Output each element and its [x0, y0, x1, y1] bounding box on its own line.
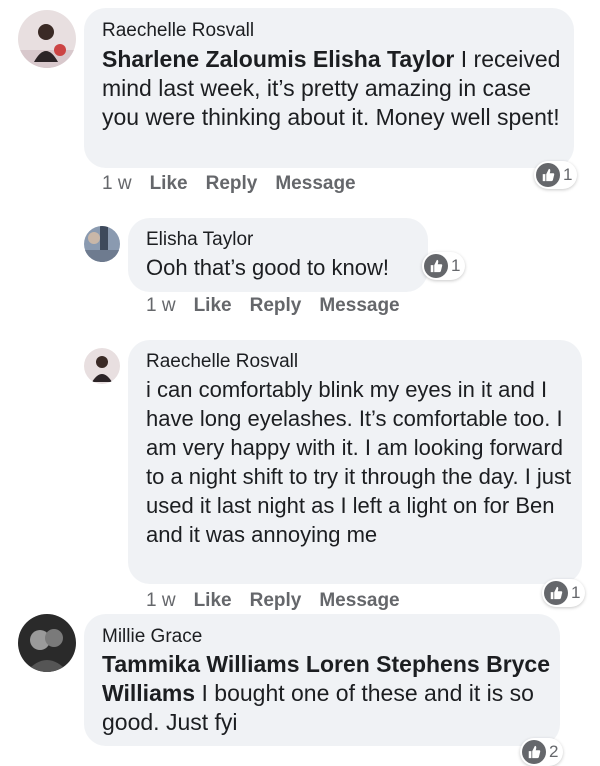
comment-author[interactable]: Millie Grace: [102, 626, 202, 648]
thumbs-up-icon: [522, 740, 546, 764]
reaction-badge[interactable]: 1: [542, 579, 586, 607]
message-button[interactable]: Message: [319, 590, 399, 611]
timestamp[interactable]: 1 w: [146, 295, 176, 316]
comment-text: Tammika Williams Loren Stephens Bryce Wi…: [102, 650, 552, 737]
comment-actions: 1 w Like Reply Message: [102, 173, 374, 195]
reaction-badge[interactable]: 2: [520, 738, 564, 766]
comment-actions: 1 w Like Reply Message: [146, 590, 418, 612]
comment-text: Sharlene Zaloumis Elisha Taylor I receiv…: [102, 45, 564, 132]
reaction-count: 2: [549, 742, 559, 761]
avatar[interactable]: [18, 614, 76, 672]
comment-author[interactable]: Raechelle Rosvall: [102, 20, 254, 42]
reaction-count: 1: [571, 583, 581, 602]
avatar[interactable]: [84, 226, 120, 262]
mention-tags[interactable]: Sharlene Zaloumis Elisha Taylor: [102, 46, 454, 72]
like-button[interactable]: Like: [194, 590, 232, 611]
like-button[interactable]: Like: [194, 295, 232, 316]
comment-actions: 1 w Like Reply Message: [146, 295, 418, 317]
reply-button[interactable]: Reply: [250, 295, 302, 316]
thumbs-up-icon: [544, 581, 568, 605]
thumbs-up-icon: [424, 254, 448, 278]
comment-text: i can comfortably blink my eyes in it an…: [146, 377, 572, 547]
reaction-count: 1: [563, 165, 573, 184]
thumbs-up-icon: [536, 163, 560, 187]
message-button[interactable]: Message: [319, 295, 399, 316]
comment-author[interactable]: Raechelle Rosvall: [146, 351, 298, 373]
reply-button[interactable]: Reply: [206, 173, 258, 194]
reply-button[interactable]: Reply: [250, 590, 302, 611]
avatar[interactable]: [84, 348, 120, 384]
reaction-badge[interactable]: 1: [422, 252, 466, 280]
like-button[interactable]: Like: [150, 173, 188, 194]
reaction-count: 1: [451, 256, 461, 275]
comment-author[interactable]: Elisha Taylor: [146, 229, 253, 251]
message-button[interactable]: Message: [275, 173, 355, 194]
avatar[interactable]: [18, 10, 76, 68]
comment-text: Ooh that’s good to know!: [146, 255, 389, 280]
reaction-badge[interactable]: 1: [534, 161, 578, 189]
timestamp[interactable]: 1 w: [102, 173, 132, 194]
timestamp[interactable]: 1 w: [146, 590, 176, 611]
